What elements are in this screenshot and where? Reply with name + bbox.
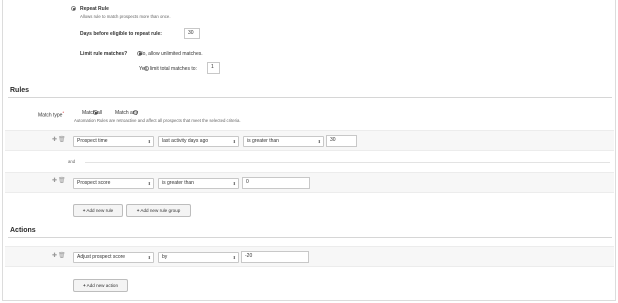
unlimited-matches-label: No, allow unlimited matches.	[139, 51, 203, 57]
trash-icon[interactable]: 🗑	[58, 137, 66, 143]
limit-matches-label: Yes, limit total matches to:	[139, 66, 197, 72]
rule-value-input[interactable]: 0	[242, 177, 310, 189]
and-connector: and	[68, 159, 76, 164]
match-type-label: Match type*	[38, 110, 65, 119]
limit-rule-matches-label: Limit rule matches?	[80, 51, 128, 57]
and-divider	[85, 162, 610, 163]
rule-value-input[interactable]: 30	[326, 135, 357, 147]
days-before-repeat-label: Days before eligible to repeat rule:	[80, 31, 162, 37]
chevron-down-icon: ⬍	[232, 181, 236, 186]
trash-icon[interactable]: 🗑	[58, 178, 66, 184]
chevron-down-icon: ⬍	[147, 181, 151, 186]
repeat-rule-help: Allows rule to match prospects more than…	[80, 14, 171, 19]
action-value-input[interactable]: -20	[241, 251, 309, 263]
rules-divider	[8, 97, 612, 98]
trash-icon[interactable]: 🗑	[58, 253, 66, 259]
plus-icon[interactable]: ✚	[52, 137, 57, 143]
match-all-label: Match all	[82, 110, 103, 116]
add-new-rule-button[interactable]: +Add new rule	[73, 204, 123, 217]
rule-field-select[interactable]: Prospect score ⬍	[73, 178, 154, 189]
rule-field-select[interactable]: Prospect time ⬍	[73, 136, 154, 147]
plus-icon[interactable]: ✚	[52, 178, 57, 184]
limit-matches-input[interactable]: 1	[207, 62, 220, 74]
rules-retroactive-note: Automation Rules are retroactive and aff…	[74, 118, 241, 123]
plus-icon: +	[82, 283, 86, 288]
chevron-down-icon: ⬍	[232, 139, 236, 144]
actions-divider	[8, 237, 612, 238]
chevron-down-icon: ⬍	[317, 139, 321, 144]
days-before-repeat-input[interactable]: 30	[184, 28, 200, 39]
rule-row-actions: ✚🗑	[52, 177, 66, 184]
add-new-action-button[interactable]: +Add new action	[73, 279, 128, 292]
match-any-label: Match any	[115, 110, 139, 116]
action-type-select[interactable]: Adjust prospect score ⬍	[73, 252, 154, 263]
plus-icon[interactable]: ✚	[52, 253, 57, 259]
rules-heading: Rules	[10, 87, 30, 94]
chevron-down-icon: ⬍	[147, 139, 151, 144]
add-new-rule-group-button[interactable]: +Add new rule group	[126, 204, 191, 217]
rule-criterion-select[interactable]: last activity days ago ⬍	[158, 136, 239, 147]
action-mode-select[interactable]: by ⬍	[158, 252, 239, 263]
repeat-rule-title: Repeat Rule	[80, 6, 109, 12]
rule-operator-select[interactable]: is greater than ⬍	[158, 178, 239, 189]
chevron-down-icon: ⬍	[232, 255, 236, 260]
rule-operator-select[interactable]: is greater than ⬍	[243, 136, 324, 147]
actions-heading: Actions	[10, 227, 36, 234]
rule-row-actions: ✚🗑	[52, 136, 66, 143]
chevron-down-icon: ⬍	[147, 255, 151, 260]
action-row-actions: ✚🗑	[52, 252, 66, 259]
